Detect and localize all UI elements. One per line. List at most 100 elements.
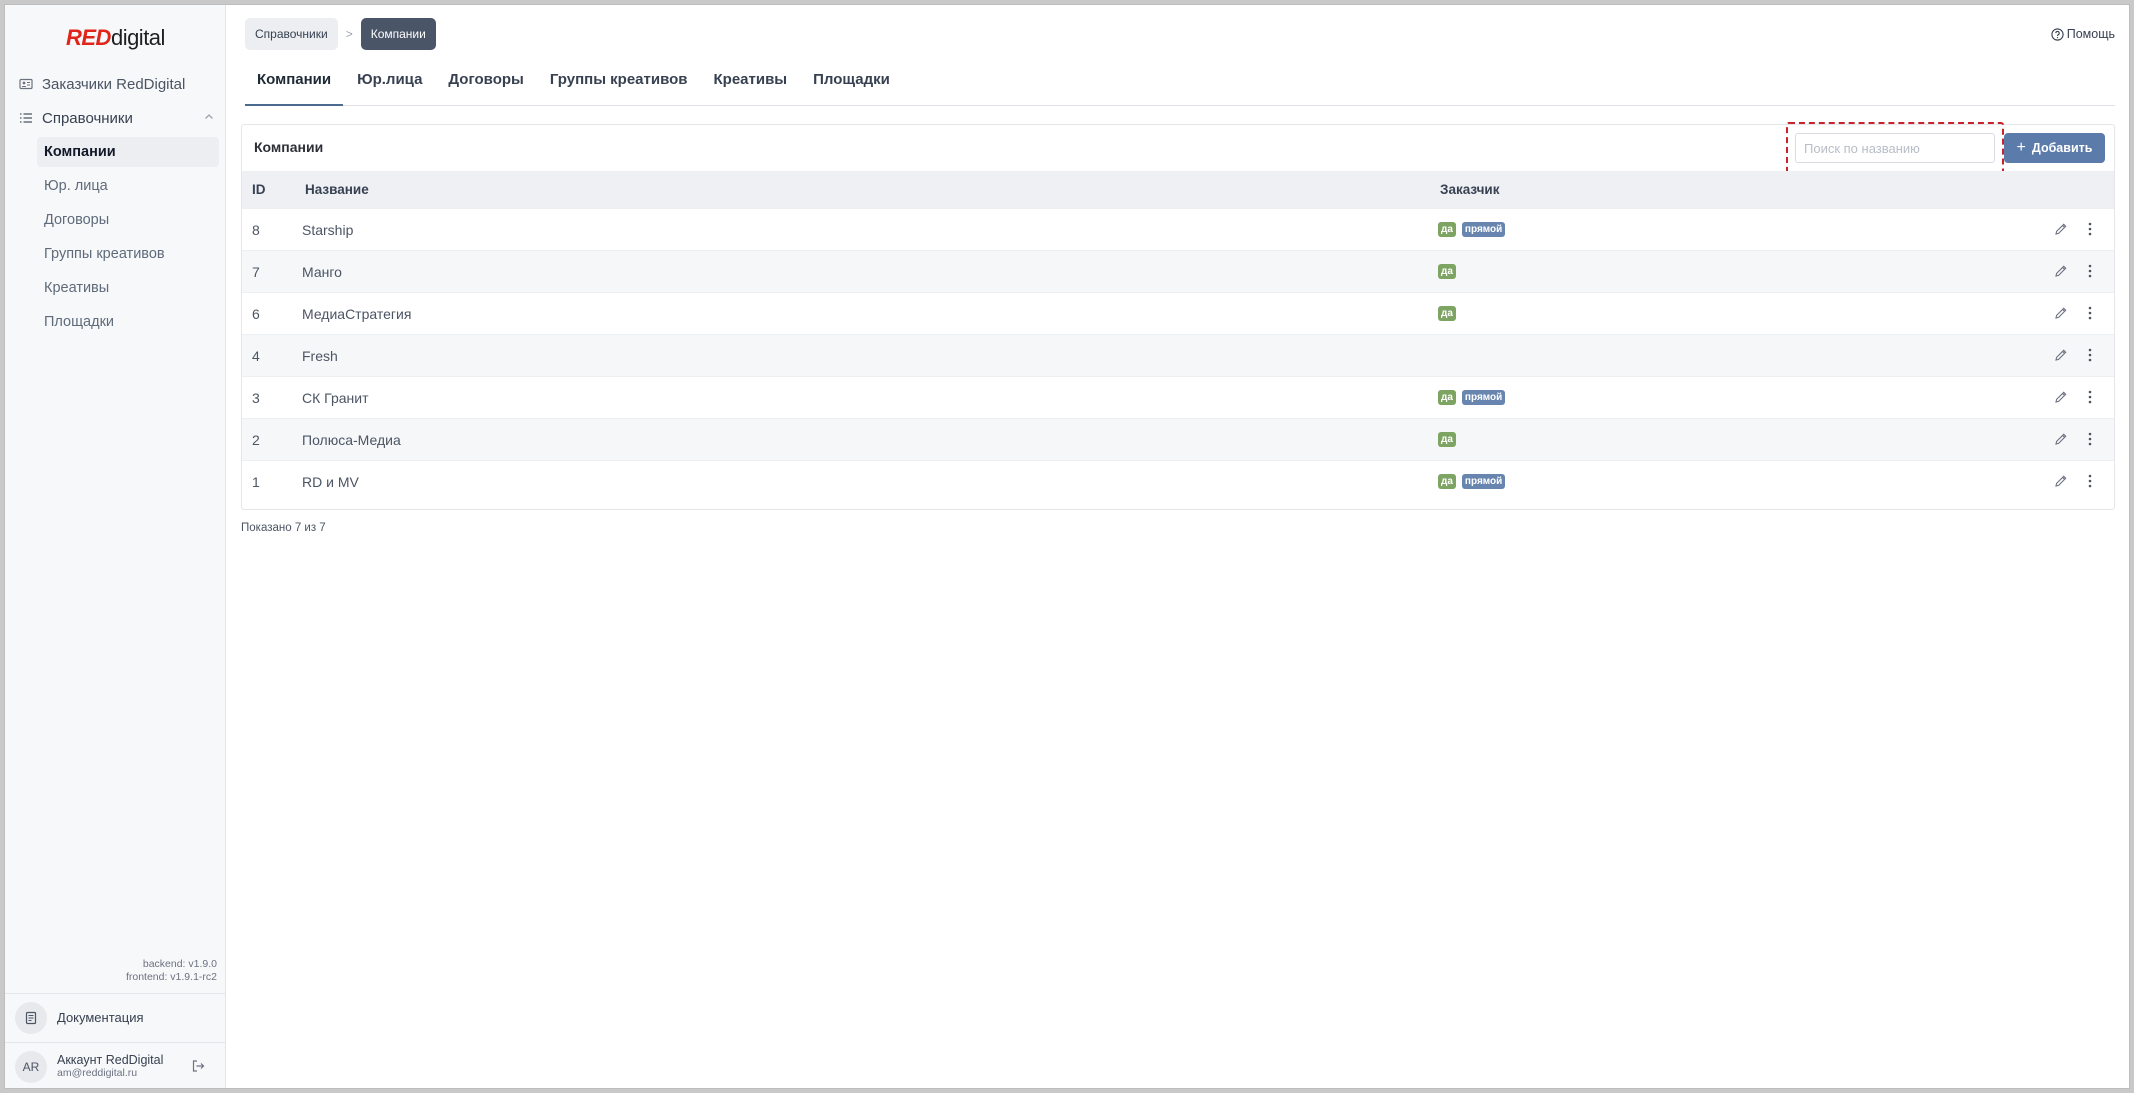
search-highlight: [1786, 122, 2004, 174]
table-row[interactable]: 3 СК Гранит да прямой: [242, 376, 2114, 418]
more-vertical-icon[interactable]: [2087, 347, 2093, 366]
chevron-up-icon[interactable]: [203, 111, 215, 126]
tab-creative-groups[interactable]: Группы креативов: [538, 63, 700, 106]
row-customer: да прямой: [1438, 390, 1506, 405]
row-customer: да: [1438, 432, 1456, 447]
sidebar-group-label: Справочники: [42, 109, 133, 127]
more-vertical-icon[interactable]: [2087, 389, 2093, 408]
row-id: 8: [252, 221, 260, 238]
table-row[interactable]: 7 Манго да: [242, 250, 2114, 292]
column-name[interactable]: Название: [305, 182, 369, 197]
table-body: 8 Starship да прямой 7 Манго да 6 МедиаС…: [242, 208, 2114, 502]
account-name: Аккаунт RedDigital: [57, 1053, 164, 1067]
documentation-link[interactable]: Документация: [5, 993, 226, 1041]
badge-yes: да: [1438, 474, 1456, 489]
account-email: am@reddigital.ru: [57, 1067, 138, 1079]
search-input[interactable]: [1795, 133, 1995, 163]
sidebar-item-customers[interactable]: Заказчики RedDigital: [19, 71, 219, 97]
sidebar-item-creative-groups[interactable]: Группы креативов: [37, 239, 219, 269]
row-id: 6: [252, 305, 260, 322]
badge-yes: да: [1438, 264, 1456, 279]
table-row[interactable]: 8 Starship да прямой: [242, 208, 2114, 250]
badge-direct: прямой: [1461, 474, 1506, 489]
sidebar-item-creatives[interactable]: Креативы: [37, 273, 219, 303]
sidebar-item-companies[interactable]: Компании: [37, 137, 219, 167]
plus-icon: +: [2016, 139, 2026, 156]
logout-icon[interactable]: [191, 1059, 205, 1078]
frontend-version: frontend: v1.9.1-rc2: [125, 971, 217, 983]
pencil-icon[interactable]: [2054, 348, 2068, 365]
more-vertical-icon[interactable]: [2087, 473, 2093, 492]
tab-companies[interactable]: Компании: [245, 63, 344, 106]
sidebar-item-platforms[interactable]: Площадки: [37, 307, 219, 337]
row-customer: да прямой: [1438, 222, 1506, 237]
row-name: RD и MV: [302, 473, 359, 490]
row-id: 2: [252, 431, 260, 448]
row-name: СК Гранит: [302, 389, 369, 406]
sidebar-subitems: Компании Юр. лица Договоры Группы креати…: [37, 137, 219, 341]
row-customer: да: [1438, 264, 1456, 279]
row-id: 4: [252, 347, 260, 364]
row-name: Starship: [302, 221, 354, 238]
tab-contracts[interactable]: Договоры: [436, 63, 535, 106]
logo-digital: digital: [110, 25, 165, 50]
sidebar-item-label: Заказчики RedDigital: [42, 75, 186, 93]
row-name: Полюса-Медиа: [302, 431, 401, 448]
help-label: Помощь: [2066, 27, 2115, 41]
account-info: Аккаунт RedDigital am@reddigital.ru: [57, 1053, 163, 1080]
breadcrumb: Справочники > Компании: [245, 18, 436, 50]
tab-legal-entities[interactable]: Юр.лица: [345, 63, 434, 106]
table-row[interactable]: 1 RD и MV да прямой: [242, 460, 2114, 502]
documentation-label: Документация: [57, 1010, 144, 1025]
badge-yes: да: [1438, 222, 1456, 237]
avatar[interactable]: AR: [15, 1050, 47, 1083]
tab-platforms[interactable]: Площадки: [801, 63, 902, 106]
sidebar-group-references[interactable]: Справочники: [19, 105, 215, 131]
sidebar-item-contracts[interactable]: Договоры: [37, 205, 219, 235]
help-link[interactable]: Помощь: [2051, 27, 2115, 41]
badge-yes: да: [1438, 432, 1456, 447]
pencil-icon[interactable]: [2054, 474, 2068, 491]
badge-yes: да: [1438, 306, 1456, 321]
card-header: Компании + Добавить: [242, 122, 2114, 174]
more-vertical-icon[interactable]: [2087, 305, 2093, 324]
add-button-label: Добавить: [2031, 141, 2093, 155]
breadcrumb-references[interactable]: Справочники: [245, 18, 338, 50]
pencil-icon[interactable]: [2054, 432, 2068, 449]
logo-red: RED: [66, 25, 111, 50]
more-vertical-icon[interactable]: [2087, 263, 2093, 282]
more-vertical-icon[interactable]: [2087, 431, 2093, 450]
app-window: REDdigital Заказчики RedDigital Справочн…: [4, 4, 2130, 1089]
list-icon: [19, 111, 33, 125]
customers-icon: [19, 77, 33, 91]
help-icon: [2051, 27, 2064, 41]
column-customer[interactable]: Заказчик: [1440, 182, 1499, 197]
row-name: Fresh: [302, 347, 338, 364]
breadcrumb-current: Компании: [360, 18, 436, 50]
badge-direct: прямой: [1461, 222, 1506, 237]
table-row[interactable]: 2 Полюса-Медиа да: [242, 418, 2114, 460]
column-id[interactable]: ID: [252, 182, 266, 197]
shown-count: Показано 7 из 7: [241, 522, 326, 534]
companies-card: Компании + Добавить ID Название Заказчик…: [241, 122, 2115, 510]
row-customer: да: [1438, 306, 1456, 321]
account-panel: AR Аккаунт RedDigital am@reddigital.ru: [5, 1042, 226, 1088]
badge-direct: прямой: [1461, 390, 1506, 405]
sidebar: REDdigital Заказчики RedDigital Справочн…: [5, 5, 226, 1088]
add-button[interactable]: + Добавить: [2004, 133, 2105, 163]
row-name: Манго: [302, 263, 342, 280]
version-info: backend: v1.9.0 frontend: v1.9.1-rc2: [126, 958, 217, 984]
logo[interactable]: REDdigital: [66, 25, 165, 51]
pencil-icon[interactable]: [2054, 306, 2068, 323]
row-id: 3: [252, 389, 260, 406]
table-row[interactable]: 6 МедиаСтратегия да: [242, 292, 2114, 334]
sidebar-item-legal-entities[interactable]: Юр. лица: [37, 171, 219, 201]
badge-yes: да: [1438, 390, 1456, 405]
row-id: 1: [252, 473, 260, 490]
tab-creatives[interactable]: Креативы: [702, 63, 800, 106]
pencil-icon[interactable]: [2054, 390, 2068, 407]
more-vertical-icon[interactable]: [2087, 221, 2093, 240]
pencil-icon[interactable]: [2054, 264, 2068, 281]
table-row[interactable]: 4 Fresh: [242, 334, 2114, 376]
pencil-icon[interactable]: [2054, 222, 2068, 239]
